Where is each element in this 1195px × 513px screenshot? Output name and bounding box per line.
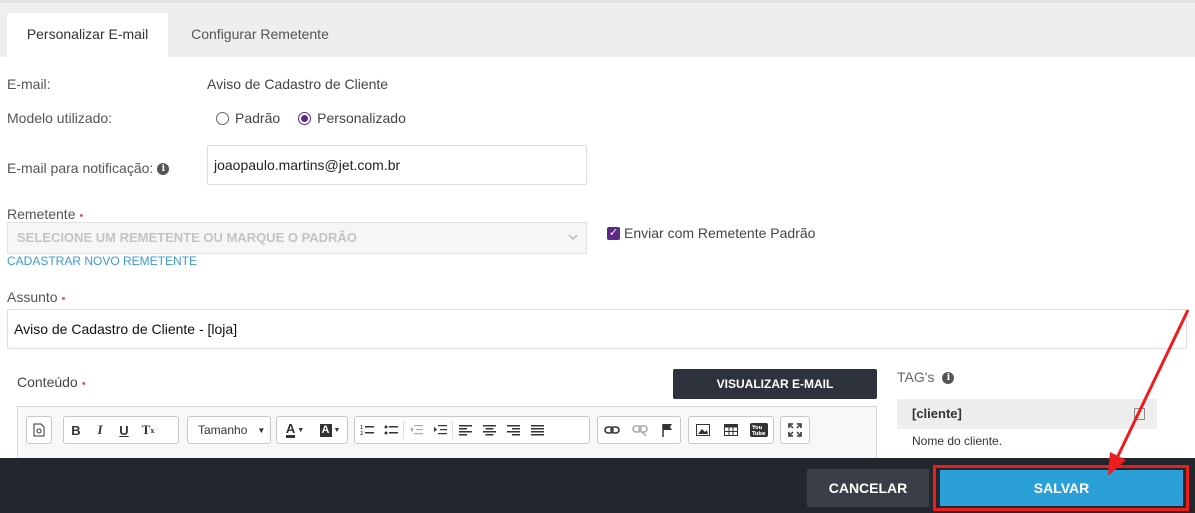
tab-personalizar-email[interactable]: Personalizar E-mail bbox=[7, 13, 168, 57]
toolbar-group-maximize bbox=[780, 416, 810, 444]
sender-label-wrap: Remetente • bbox=[7, 206, 83, 222]
sender-select-placeholder: SELECIONE UM REMETENTE OU MARQUE O PADRÃ… bbox=[17, 230, 357, 245]
content-label-wrap: Conteúdo • bbox=[17, 374, 86, 390]
font-size-select[interactable]: Tamanho ▼ bbox=[187, 416, 271, 444]
tags-panel: [cliente] Nome do cliente. bbox=[897, 399, 1157, 448]
toolbar-group-source bbox=[26, 416, 52, 444]
radio-padrao-label: Padrão bbox=[235, 110, 281, 126]
subject-label-wrap: Assunto • bbox=[7, 289, 65, 305]
model-radio-group: Padrão Personalizado bbox=[216, 110, 424, 126]
justify-icon[interactable] bbox=[525, 417, 549, 443]
indent-icon[interactable] bbox=[428, 417, 452, 443]
tab-configurar-remetente[interactable]: Configurar Remetente bbox=[172, 13, 348, 57]
notify-label-wrap: E-mail para notificação: i bbox=[7, 160, 170, 176]
radio-personalizado-label: Personalizado bbox=[317, 110, 406, 126]
radio-personalizado-circle[interactable] bbox=[298, 111, 312, 125]
sender-default-check[interactable]: ✓ Enviar com Remetente Padrão bbox=[607, 225, 815, 241]
save-button[interactable]: SALVAR bbox=[940, 470, 1183, 506]
notify-label: E-mail para notificação: bbox=[7, 160, 154, 176]
youtube-icon[interactable]: You Tube bbox=[745, 417, 773, 443]
caret-down-icon: ▼ bbox=[257, 425, 266, 435]
align-center-icon[interactable] bbox=[477, 417, 501, 443]
unlink-icon[interactable] bbox=[626, 417, 654, 443]
email-value: Aviso de Cadastro de Cliente bbox=[207, 76, 389, 92]
radio-padrao[interactable]: Padrão bbox=[216, 110, 280, 126]
checkbox-checked-icon[interactable]: ✓ bbox=[607, 226, 620, 240]
source-icon[interactable] bbox=[27, 417, 51, 443]
svg-text:2: 2 bbox=[360, 431, 363, 436]
sender-label: Remetente bbox=[7, 206, 76, 222]
tags-title-wrap: TAG's i bbox=[897, 369, 955, 385]
text-color-icon[interactable]: A ▼ bbox=[277, 417, 313, 443]
align-right-icon[interactable] bbox=[501, 417, 525, 443]
outdent-icon[interactable] bbox=[404, 417, 428, 443]
anchor-icon[interactable] bbox=[654, 417, 680, 443]
preview-email-button[interactable]: VISUALIZAR E-MAIL bbox=[673, 369, 877, 399]
toolbar-group-format: B I U Tx bbox=[63, 416, 179, 444]
notify-email-input[interactable]: joaopaulo.martins@jet.com.br bbox=[207, 145, 587, 185]
required-mark: • bbox=[81, 378, 86, 390]
image-icon[interactable] bbox=[689, 417, 717, 443]
tag-item-cliente[interactable]: [cliente] bbox=[897, 399, 1157, 429]
email-label: E-mail: bbox=[7, 76, 51, 92]
sender-select[interactable]: SELECIONE UM REMETENTE OU MARQUE O PADRÃ… bbox=[7, 222, 587, 254]
toolbar-group-links bbox=[597, 416, 681, 444]
radio-personalizado[interactable]: Personalizado bbox=[298, 110, 406, 126]
model-label: Modelo utilizado: bbox=[7, 110, 113, 126]
radio-padrao-circle[interactable] bbox=[216, 111, 229, 125]
cancel-button[interactable]: CANCELAR bbox=[807, 469, 929, 507]
rich-text-editor[interactable]: B I U Tx Tamanho ▼ A ▼ A ▼ 12 You Tube bbox=[17, 406, 877, 466]
subject-label: Assunto bbox=[7, 289, 58, 305]
toolbar-group-lists-align: 12 bbox=[354, 416, 590, 444]
required-mark: • bbox=[61, 293, 66, 305]
toolbar-group-media: You Tube bbox=[688, 416, 774, 444]
subject-input[interactable]: Aviso de Cadastro de Cliente - [loja] bbox=[7, 309, 1187, 349]
maximize-icon[interactable] bbox=[781, 417, 809, 443]
tag-name: [cliente] bbox=[912, 406, 962, 421]
bold-icon[interactable]: B bbox=[64, 417, 88, 443]
link-icon[interactable] bbox=[598, 417, 626, 443]
required-mark: • bbox=[79, 210, 84, 222]
table-icon[interactable] bbox=[717, 417, 745, 443]
info-icon[interactable]: i bbox=[942, 372, 955, 385]
tags-title: TAG's bbox=[897, 369, 935, 385]
align-left-icon[interactable] bbox=[453, 417, 477, 443]
toolbar-group-colors: A ▼ A ▼ bbox=[276, 416, 348, 444]
svg-text:Tube: Tube bbox=[752, 431, 766, 437]
underline-icon[interactable]: U bbox=[112, 417, 136, 443]
numbered-list-icon[interactable]: 12 bbox=[355, 417, 379, 443]
tag-description: Nome do cliente. bbox=[912, 434, 1003, 448]
new-sender-link[interactable]: CADASTRAR NOVO REMETENTE bbox=[7, 254, 197, 268]
remove-format-icon[interactable]: Tx bbox=[136, 417, 160, 443]
chevron-down-icon bbox=[568, 223, 578, 264]
italic-icon[interactable]: I bbox=[88, 417, 112, 443]
sender-default-label: Enviar com Remetente Padrão bbox=[624, 225, 816, 241]
bulleted-list-icon[interactable] bbox=[379, 417, 403, 443]
bg-color-icon[interactable]: A ▼ bbox=[313, 417, 347, 443]
font-size-label: Tamanho bbox=[198, 423, 248, 437]
info-icon[interactable]: i bbox=[157, 163, 170, 176]
copy-icon[interactable] bbox=[1134, 408, 1145, 420]
content-label: Conteúdo bbox=[17, 374, 78, 390]
